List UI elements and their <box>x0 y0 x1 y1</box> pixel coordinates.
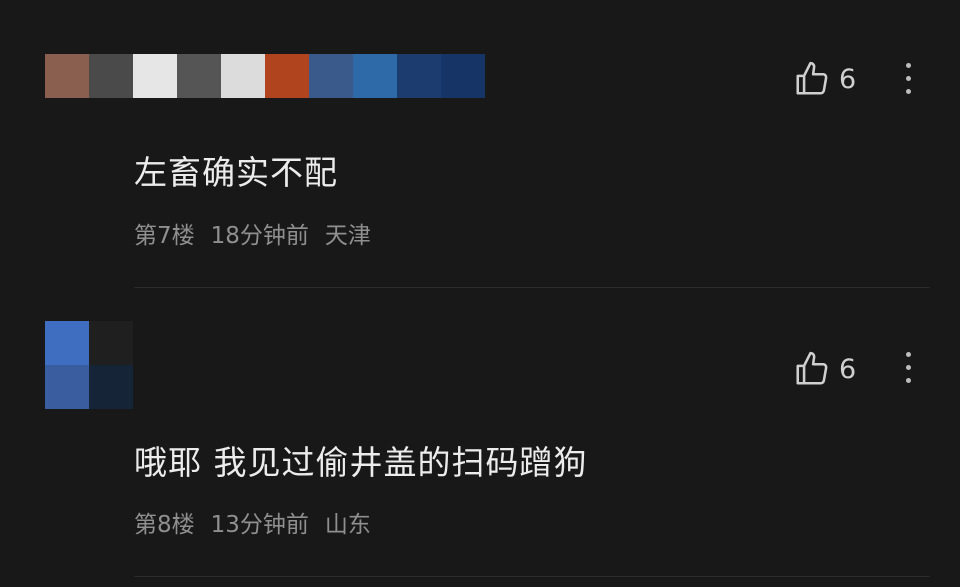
username-pixel <box>353 54 397 98</box>
comment-text: 哦耶 我见过偷井盖的扫码蹭狗 <box>134 443 588 482</box>
more-options-button[interactable] <box>903 352 913 383</box>
floor-number: 第8楼 <box>134 512 195 538</box>
username-pixel <box>265 54 309 98</box>
location: 山东 <box>324 512 371 538</box>
location: 天津 <box>324 223 371 249</box>
avatar[interactable] <box>45 54 89 98</box>
divider <box>134 287 930 288</box>
username-pixel <box>177 54 221 98</box>
username-pixel <box>89 365 133 409</box>
dot <box>905 76 911 81</box>
comment-text: 左畜确实不配 <box>134 153 338 192</box>
dot <box>905 63 911 68</box>
avatar[interactable] <box>45 321 89 365</box>
like-button[interactable]: 6 <box>793 350 856 388</box>
blurred-user-header[interactable] <box>45 54 485 98</box>
username-pixel <box>221 54 265 98</box>
username-pixel <box>133 54 177 98</box>
dot <box>905 378 911 383</box>
dot <box>905 89 911 94</box>
thumbs-up-icon <box>796 61 828 95</box>
like-button[interactable]: 6 <box>793 60 856 98</box>
blurred-user-header[interactable] <box>45 321 133 409</box>
timestamp: 18分钟前 <box>210 223 309 249</box>
comment-item: 6 哦耶 我见过偷井盖的扫码蹭狗 第8楼 13分钟前 山东 <box>0 289 960 577</box>
username-pixel <box>441 54 485 98</box>
dot <box>905 352 911 357</box>
username-pixel <box>397 54 441 98</box>
username-pixel <box>89 54 133 98</box>
comment-item: 6 左畜确实不配 第7楼 18分钟前 天津 <box>0 0 960 288</box>
comment-meta: 第7楼 18分钟前 天津 <box>134 216 371 250</box>
avatar <box>45 365 89 409</box>
like-count: 6 <box>839 63 857 95</box>
divider <box>134 576 930 577</box>
timestamp: 13分钟前 <box>210 512 309 538</box>
like-count: 6 <box>839 353 857 385</box>
floor-number: 第7楼 <box>134 223 195 249</box>
username-pixel <box>309 54 353 98</box>
more-options-button[interactable] <box>903 63 913 94</box>
username-pixel <box>89 321 133 365</box>
thumbs-up-icon <box>796 351 828 385</box>
comment-meta: 第8楼 13分钟前 山东 <box>134 505 371 539</box>
dot <box>905 365 911 370</box>
